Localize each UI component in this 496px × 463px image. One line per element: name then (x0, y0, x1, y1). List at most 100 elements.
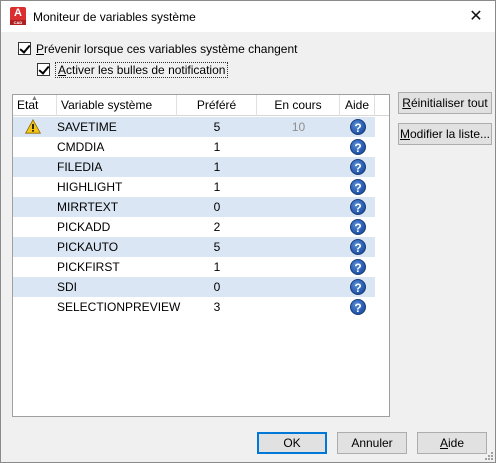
bubbles-checkbox[interactable] (37, 63, 50, 76)
state-cell (13, 197, 53, 217)
help-cell: ? (340, 177, 375, 197)
current-value-cell: 10 (291, 120, 306, 134)
variable-name-cell: CMDDIA (57, 140, 105, 154)
grid-header: ▲ Etat Variable système Préféré En cours… (13, 95, 389, 116)
variables-grid[interactable]: ▲ Etat Variable système Préféré En cours… (12, 94, 390, 417)
help-icon[interactable]: ? (350, 219, 366, 235)
variable-name-cell: PICKAUTO (57, 240, 119, 254)
autocad-app-icon: A CAD (10, 7, 26, 25)
variable-name-cell: SDI (57, 280, 78, 294)
table-row[interactable]: PICKFIRST 1? (13, 257, 375, 277)
help-icon[interactable]: ? (350, 279, 366, 295)
help-cell: ? (340, 117, 375, 137)
preferred-value-cell[interactable]: 1 (177, 177, 257, 197)
state-cell (13, 277, 53, 297)
help-icon[interactable]: ? (350, 179, 366, 195)
col-header-variable-label: Variable système (61, 98, 153, 112)
help-cell: ? (340, 197, 375, 217)
help-icon[interactable]: ? (350, 259, 366, 275)
help-cell: ? (340, 297, 375, 317)
title-bar: A CAD Moniteur de variables système ✕ (1, 1, 495, 32)
bubbles-label: Activer les bulles de notification (55, 61, 229, 78)
bubbles-option[interactable]: Activer les bulles de notification (37, 61, 229, 78)
col-header-aide[interactable]: Aide (340, 95, 375, 116)
state-cell (13, 257, 53, 277)
col-header-variable[interactable]: Variable système (57, 95, 177, 116)
table-row[interactable]: SDI 0? (13, 277, 375, 297)
help-cell: ? (340, 137, 375, 157)
table-row[interactable]: SAVETIME 5 10? (13, 117, 375, 137)
preferred-value-cell[interactable]: 0 (177, 197, 257, 217)
preferred-value-cell[interactable]: 1 (177, 137, 257, 157)
table-row[interactable]: FILEDIA 1? (13, 157, 375, 177)
ok-button[interactable]: OK (257, 432, 327, 454)
current-value-cell (257, 237, 340, 257)
help-icon[interactable]: ? (350, 239, 366, 255)
table-row[interactable]: HIGHLIGHT 1? (13, 177, 375, 197)
col-header-prefere-label: Préféré (196, 98, 237, 112)
close-icon[interactable]: ✕ (466, 7, 486, 27)
help-cell: ? (340, 217, 375, 237)
preferred-value-cell[interactable]: 2 (177, 217, 257, 237)
help-icon[interactable]: ? (350, 199, 366, 215)
col-header-prefere[interactable]: Préféré (177, 95, 257, 116)
current-value-cell (257, 257, 340, 277)
help-cell: ? (340, 277, 375, 297)
cancel-button[interactable]: Annuler (337, 432, 407, 454)
table-row[interactable]: CMDDIA 1? (13, 137, 375, 157)
state-cell (13, 177, 53, 197)
variable-name-cell: PICKADD (57, 220, 111, 234)
preferred-value-cell[interactable]: 5 (177, 237, 257, 257)
current-value-cell (257, 277, 340, 297)
notify-label: Prévenir lorsque ces variables système c… (36, 41, 298, 56)
help-icon[interactable]: ? (350, 159, 366, 175)
resize-grip-icon[interactable] (483, 450, 493, 460)
table-row[interactable]: SELECTIONPREVIEW 3? (13, 297, 375, 317)
help-icon[interactable]: ? (350, 299, 366, 315)
state-cell (13, 297, 53, 317)
preferred-value-cell[interactable]: 3 (177, 297, 257, 317)
variable-name-cell: SELECTIONPREVIEW (57, 300, 181, 314)
variable-name-cell: SAVETIME (57, 120, 117, 134)
col-header-en-cours[interactable]: En cours (257, 95, 340, 116)
state-cell (13, 157, 53, 177)
table-row[interactable]: MIRRTEXT 0? (13, 197, 375, 217)
current-value-cell (257, 137, 340, 157)
table-row[interactable]: PICKADD 2? (13, 217, 375, 237)
col-header-en-cours-label: En cours (274, 98, 322, 112)
state-cell (13, 237, 53, 257)
edit-list-button[interactable]: Modifier la liste... (398, 123, 492, 145)
notify-option[interactable]: Prévenir lorsque ces variables système c… (18, 40, 297, 57)
help-icon[interactable]: ? (350, 139, 366, 155)
state-cell (13, 137, 53, 157)
current-value-cell (257, 197, 340, 217)
current-value-cell (257, 297, 340, 317)
variable-name-cell: HIGHLIGHT (57, 180, 123, 194)
app-icon-letter: A (14, 7, 22, 19)
help-cell: ? (340, 157, 375, 177)
help-icon[interactable]: ? (350, 119, 366, 135)
reset-all-button[interactable]: Réinitialiser tout (398, 92, 492, 114)
dialog-window: A CAD Moniteur de variables système ✕ Pr… (0, 0, 496, 463)
preferred-value-cell[interactable]: 1 (177, 257, 257, 277)
state-cell (13, 217, 53, 237)
table-row[interactable]: PICKAUTO 5? (13, 237, 375, 257)
current-value-cell (257, 157, 340, 177)
notify-checkbox[interactable] (18, 42, 31, 55)
preferred-value-cell[interactable]: 5 (177, 117, 257, 137)
help-cell: ? (340, 237, 375, 257)
app-icon-sub: CAD (10, 20, 26, 25)
variable-name-cell: MIRRTEXT (57, 200, 119, 214)
help-cell: ? (340, 257, 375, 277)
variable-name-cell: FILEDIA (57, 160, 103, 174)
current-value-cell (257, 177, 340, 197)
preferred-value-cell[interactable]: 1 (177, 157, 257, 177)
help-button[interactable]: Aide (417, 432, 487, 454)
col-header-etat[interactable]: ▲ Etat (13, 95, 57, 116)
sort-ascending-icon: ▲ (31, 95, 38, 102)
col-header-aide-label: Aide (344, 98, 370, 112)
window-title: Moniteur de variables système (33, 10, 196, 24)
warning-icon (25, 119, 41, 134)
state-cell (13, 117, 53, 137)
preferred-value-cell[interactable]: 0 (177, 277, 257, 297)
